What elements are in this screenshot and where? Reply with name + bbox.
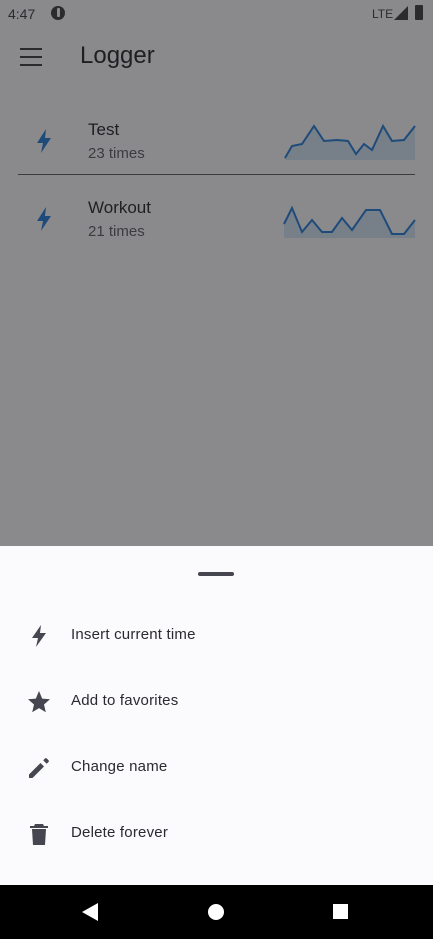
divider — [18, 174, 415, 175]
bottom-sheet: Insert current time Add to favorites Cha… — [0, 546, 433, 885]
add-to-favorites-button[interactable]: Add to favorites — [0, 669, 433, 735]
sheet-item-label: Insert current time — [71, 626, 196, 643]
bolt-icon — [32, 625, 46, 647]
pencil-icon — [29, 758, 49, 778]
logger-name: Test — [88, 120, 120, 139]
app-bar: Logger — [0, 28, 433, 88]
logger-count: 23 times — [88, 145, 145, 162]
recents-icon[interactable] — [333, 904, 348, 919]
logger-row-test[interactable]: Test 23 times — [0, 104, 433, 182]
drag-handle[interactable] — [198, 572, 234, 576]
page-title: Logger — [80, 42, 155, 69]
battery-icon — [415, 5, 423, 20]
change-name-button[interactable]: Change name — [0, 735, 433, 801]
logger-row-workout[interactable]: Workout 21 times — [0, 182, 433, 260]
logger-list: Test 23 times Workout 21 times — [0, 104, 433, 260]
back-icon[interactable] — [82, 903, 98, 921]
logger-count: 21 times — [88, 223, 145, 240]
insert-current-time-button[interactable]: Insert current time — [0, 603, 433, 669]
status-time: 4:47 — [8, 6, 36, 22]
sparkline — [283, 205, 416, 238]
sheet-item-label: Delete forever — [71, 824, 169, 841]
delete-forever-button[interactable]: Delete forever — [0, 801, 433, 867]
signal-icon — [394, 6, 408, 20]
network-type: LTE — [372, 7, 394, 21]
bolt-icon — [37, 207, 51, 231]
sparkline — [284, 123, 416, 160]
system-nav-bar — [0, 885, 433, 939]
star-icon — [28, 691, 50, 713]
logger-name: Workout — [88, 198, 151, 217]
sheet-item-label: Add to favorites — [71, 692, 179, 709]
sheet-item-label: Change name — [71, 758, 168, 775]
trash-icon — [30, 824, 48, 845]
home-icon[interactable] — [208, 904, 224, 920]
status-bar: 4:47 LTE — [0, 0, 433, 28]
bolt-icon — [37, 129, 51, 153]
notification-icon — [51, 6, 65, 20]
menu-icon[interactable] — [20, 48, 42, 66]
